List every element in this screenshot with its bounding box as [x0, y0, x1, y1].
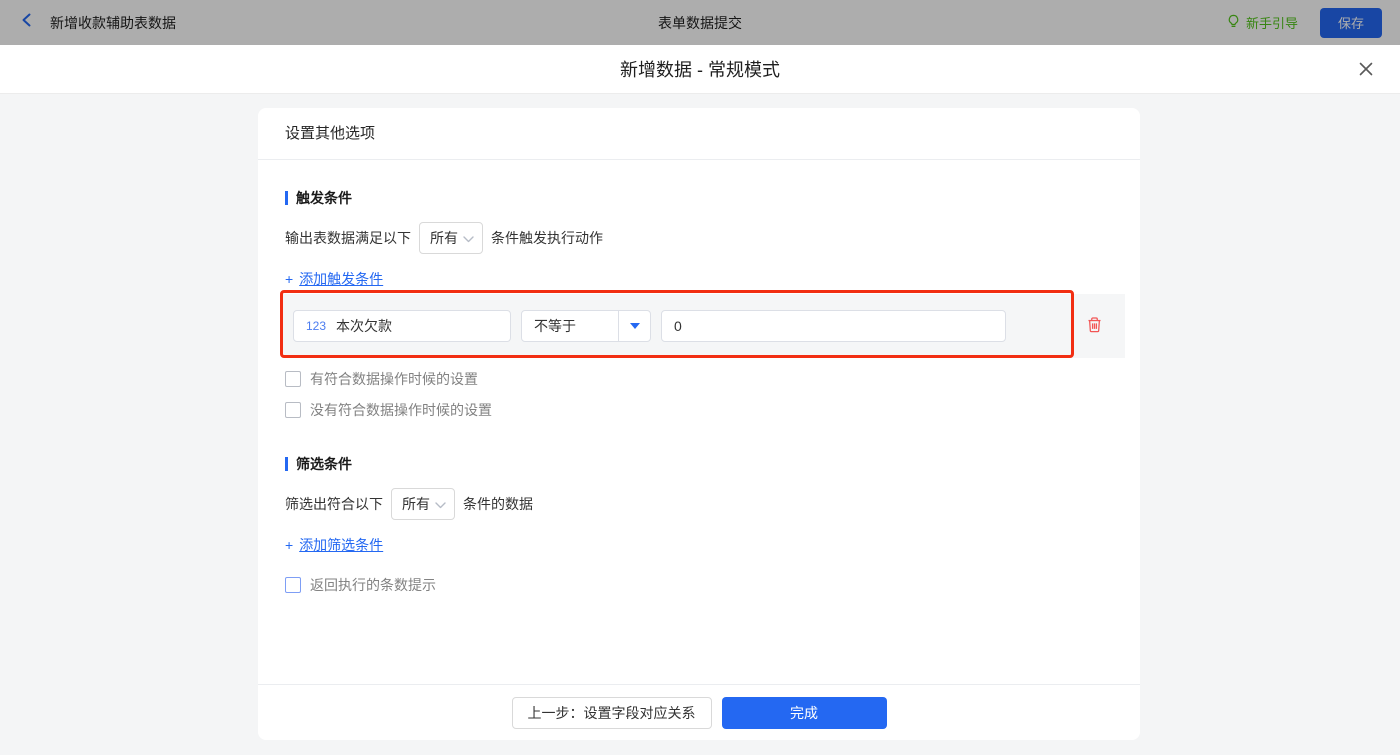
- condition-field-select[interactable]: 123 本次欠款: [293, 310, 511, 342]
- guide-label: 新手引导: [1245, 16, 1298, 31]
- page-title: 表单数据提交: [658, 14, 742, 31]
- dialog-title: 新增数据 - 常规模式: [620, 60, 780, 80]
- section-accent-bar: [285, 457, 288, 471]
- checkbox-return-tip[interactable]: [285, 577, 301, 593]
- delete-condition-icon[interactable]: [1086, 316, 1103, 339]
- checkbox-row-no-data: 没有符合数据操作时候的设置: [285, 400, 1113, 420]
- filter-mode-prefix: 筛选出符合以下: [285, 496, 383, 512]
- add-filter-condition-link[interactable]: + 添加筛选条件: [285, 535, 383, 555]
- guide-link[interactable]: 新手引导: [1226, 13, 1298, 32]
- trigger-mode-select[interactable]: 所有: [419, 222, 483, 254]
- trigger-mode-suffix: 条件触发执行动作: [491, 230, 603, 246]
- lightbulb-icon: [1226, 14, 1241, 32]
- trigger-mode-prefix: 输出表数据满足以下: [285, 230, 411, 246]
- dialog-header: 新增数据 - 常规模式: [0, 45, 1400, 94]
- add-trigger-condition-link[interactable]: + 添加触发条件: [285, 269, 383, 289]
- filter-section-title: 筛选条件: [285, 454, 1113, 474]
- filter-mode-row: 筛选出符合以下 所有 条件的数据: [285, 488, 1113, 520]
- checkbox-has-data[interactable]: [285, 371, 301, 387]
- trigger-condition-row: 123 本次欠款 不等于 0: [280, 290, 1125, 358]
- previous-step-button[interactable]: 上一步：设置字段对应关系: [511, 696, 712, 729]
- panel-footer: 上一步：设置字段对应关系 完成: [258, 684, 1140, 740]
- filter-mode-suffix: 条件的数据: [463, 496, 533, 512]
- modal-body: 设置其他选项 触发条件 输出表数据满足以下 所有 条件触发执行动作 + 添加触发…: [0, 94, 1400, 755]
- section-accent-bar: [285, 191, 288, 205]
- trigger-section-title: 触发条件: [285, 188, 1113, 208]
- checkbox-row-return-tip: 返回执行的条数提示: [285, 575, 1113, 595]
- number-type-icon: 123: [306, 319, 327, 333]
- checkbox-no-data[interactable]: [285, 402, 301, 418]
- filter-mode-select[interactable]: 所有: [391, 488, 455, 520]
- done-button[interactable]: 完成: [721, 696, 887, 729]
- condition-value-input[interactable]: 0: [661, 310, 1006, 342]
- plus-icon: +: [285, 537, 294, 553]
- dropdown-arrow-icon[interactable]: [618, 311, 650, 341]
- top-bar: 新增收款辅助表数据 表单数据提交 新手引导 保存: [0, 0, 1400, 45]
- condition-operator-select[interactable]: 不等于: [521, 310, 651, 342]
- save-button[interactable]: 保存: [1320, 7, 1382, 38]
- close-icon[interactable]: [1356, 59, 1376, 79]
- options-panel: 设置其他选项 触发条件 输出表数据满足以下 所有 条件触发执行动作 + 添加触发…: [258, 108, 1140, 740]
- chevron-down-icon: [463, 230, 474, 246]
- trigger-mode-row: 输出表数据满足以下 所有 条件触发执行动作: [285, 222, 1113, 254]
- panel-header: 设置其他选项: [258, 108, 1140, 160]
- plus-icon: +: [285, 271, 294, 287]
- chevron-down-icon: [435, 496, 446, 512]
- checkbox-row-has-data: 有符合数据操作时候的设置: [285, 369, 1113, 389]
